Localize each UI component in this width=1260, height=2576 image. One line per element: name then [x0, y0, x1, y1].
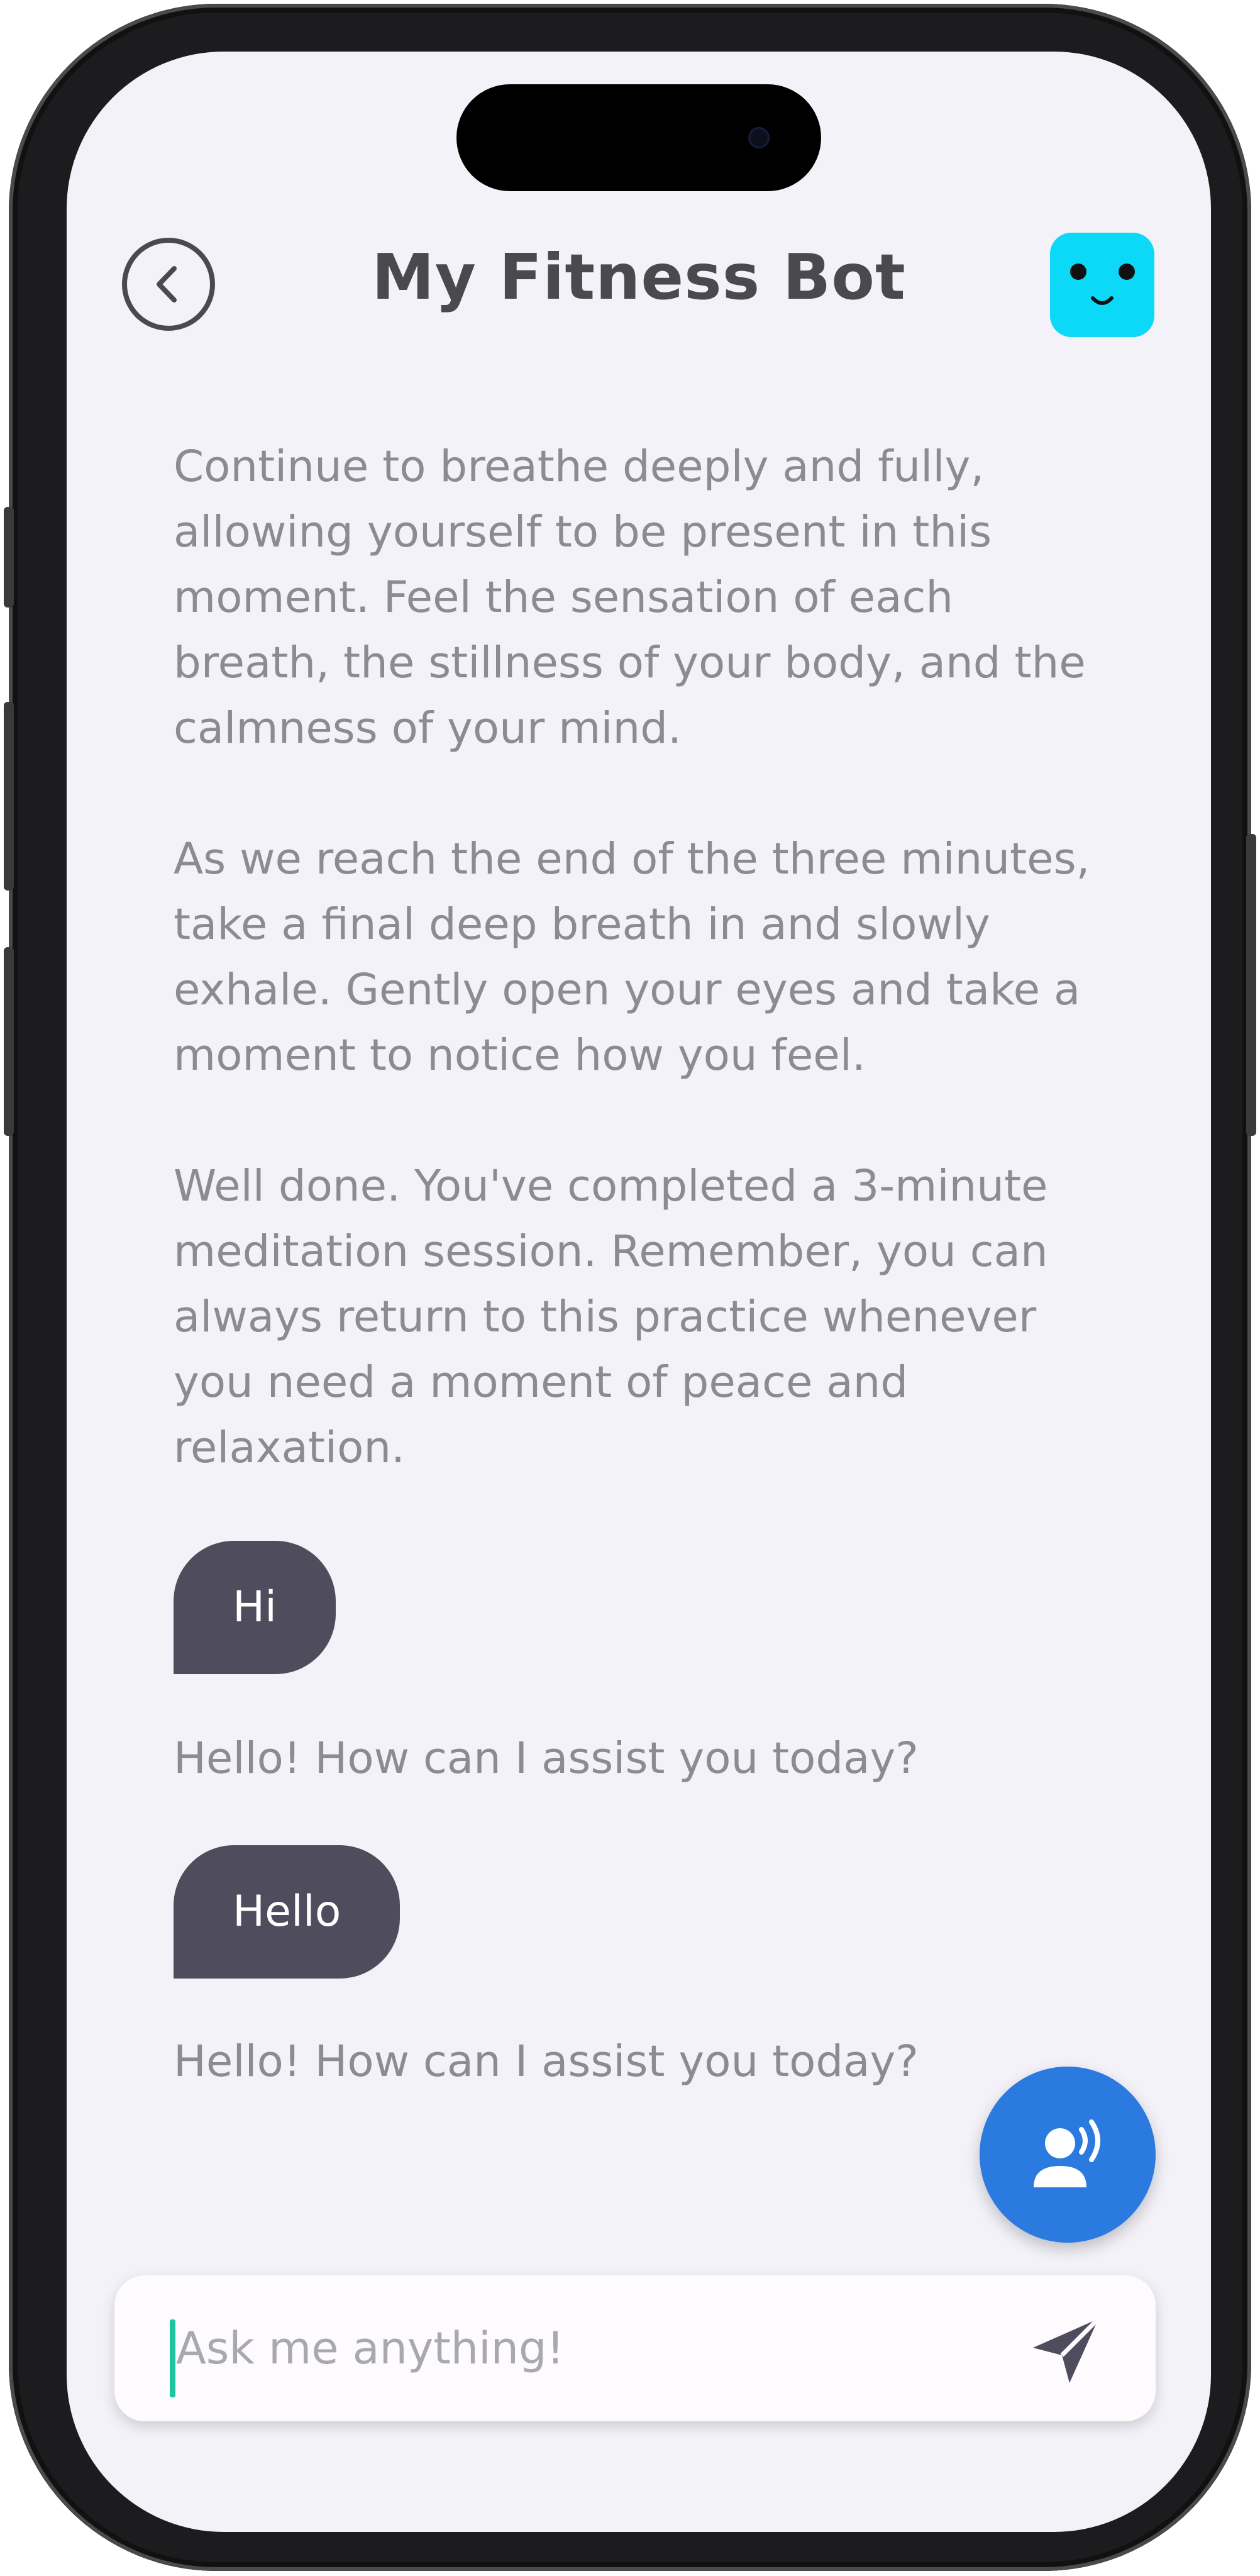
voice-assistant-button[interactable]: [980, 2067, 1156, 2243]
voice-assistant-icon: [1034, 2119, 1100, 2187]
app-screen: My Fitness Bot Continue to breathe deepl…: [67, 52, 1211, 2532]
page-title: My Fitness Bot: [372, 240, 906, 314]
bot-avatar[interactable]: [1050, 233, 1154, 337]
bot-reply: Hello! How can I assist you today?: [174, 2036, 919, 2087]
send-icon: [1033, 2317, 1100, 2383]
chat-thread: Continue to breathe deeply and fully, al…: [174, 434, 1104, 2094]
bot-face-icon: [1070, 264, 1135, 305]
message-composer: [114, 2275, 1156, 2421]
bot-reply: Hello! How can I assist you today?: [174, 1733, 919, 1784]
message-input[interactable]: [175, 2275, 1017, 2421]
volume-up-button: [4, 702, 14, 891]
bot-message: Well done. You've completed a 3-minute m…: [174, 1161, 1048, 1473]
front-camera: [748, 127, 770, 148]
send-button[interactable]: [1025, 2309, 1107, 2391]
user-message-bubble: Hello: [174, 1845, 401, 1979]
volume-down-button: [4, 947, 14, 1136]
dynamic-island: [456, 84, 821, 191]
power-button: [1246, 834, 1256, 1136]
user-message-bubble: Hi: [174, 1541, 336, 1674]
bot-message: Continue to breathe deeply and fully, al…: [174, 441, 1086, 753]
phone-frame: My Fitness Bot Continue to breathe deepl…: [4, 4, 1256, 2571]
bot-message: As we reach the end of the three minutes…: [174, 834, 1090, 1080]
action-button: [4, 507, 14, 608]
